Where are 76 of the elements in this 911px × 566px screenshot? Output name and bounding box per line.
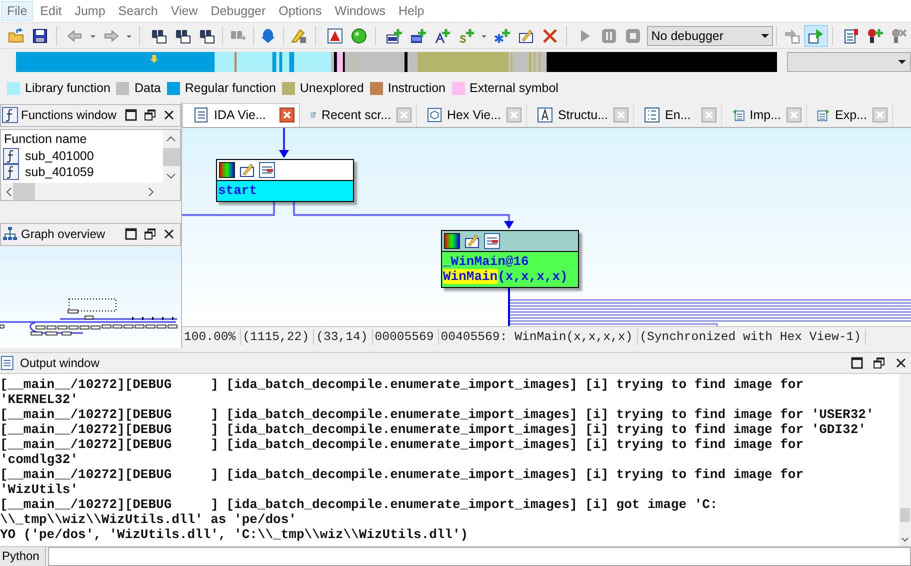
status-text: (1115,22) <box>240 329 314 346</box>
log-line: 'KERNEL32' <box>0 392 80 407</box>
legend-label: External symbol <box>470 81 558 96</box>
log-line: [__main__/10272][DEBUG ] [ida_batch_decompile.enumerate_import_images] [i] trying to find image for <box>0 436 805 452</box>
panel-title: Graph overview <box>21 227 106 242</box>
legend-label: Library function <box>25 81 110 96</box>
log-line: [__main__/10272][DEBUG ] [ida_batch_decompile.enumerate_import_images] [i] trying to find image for 'GDI32' <box>0 422 867 437</box>
command-input[interactable] <box>48 546 911 566</box>
restore-icon[interactable] <box>142 107 158 124</box>
menu-item[interactable]: File <box>1 1 34 22</box>
maximize-icon[interactable] <box>849 354 865 371</box>
graph-node[interactable]: _WinMain@16 WinMain(x,x,x,x) <box>441 230 579 288</box>
menu-item[interactable]: Jump <box>68 1 112 22</box>
list-icon <box>644 106 660 123</box>
graph-node[interactable]: start <box>216 158 354 202</box>
node-label: start <box>218 182 258 198</box>
log-line: [__main__/10272][DEBUG ] [ida_batch_decompile.enumerate_import_images] [i] got image 'C: <box>0 496 719 512</box>
menu-item[interactable]: Help <box>392 1 430 22</box>
vertical-scrollbar[interactable] <box>163 130 180 200</box>
maximize-icon[interactable] <box>123 107 139 124</box>
status-text: 00405569: WinMain(x,x,x,x) <box>438 329 638 346</box>
column-header[interactable]: Function name <box>3 132 163 146</box>
panel-title: Functions window <box>21 108 116 122</box>
palette-icon <box>219 162 235 178</box>
document-icon <box>1 354 15 371</box>
debugger-select[interactable]: No debugger <box>647 26 773 46</box>
navigation-band[interactable] <box>16 52 778 72</box>
log-line: [__main__/10272][DEBUG ] [ida_batch_decompile.enumerate_import_images] [i] trying to find image for <box>0 466 805 482</box>
caret-icon <box>760 34 769 38</box>
legend-label: Unexplored <box>300 81 364 96</box>
log-line: 'WizUtils' <box>0 482 80 497</box>
menu-item[interactable]: View <box>164 1 204 22</box>
legend-label: Regular function <box>184 81 276 96</box>
tab[interactable]: IDA Vie... <box>182 102 300 127</box>
legend-label: Instruction <box>388 81 446 96</box>
log-line: YO ('pe/dos', 'WizUtils.dll', 'C:\\_tmp\\wiz\\WizUtils.dll') <box>0 526 470 542</box>
import-icon <box>732 106 745 123</box>
tree-icon <box>2 226 18 242</box>
structure-icon <box>537 106 553 123</box>
legend-label: Data <box>134 81 161 96</box>
graph-edge <box>279 128 289 158</box>
function-name[interactable]: sub_401059 <box>25 164 94 179</box>
pencil-icon <box>464 232 480 249</box>
menu-item[interactable]: Debugger <box>204 1 272 22</box>
log-line: [__main__/10272][DEBUG ] [ida_batch_decompile.enumerate_import_images] [i] trying to find image for <box>0 376 805 392</box>
menu-item[interactable]: Edit <box>34 1 68 22</box>
function-icon <box>3 148 19 164</box>
function-icon <box>2 107 18 124</box>
node-label: WinMain(x,x,x,x) <box>443 268 569 284</box>
panel-title: Output window <box>20 356 100 370</box>
python-button[interactable]: Python <box>0 546 46 566</box>
status-text: (Synchronized with Hex View-1) <box>638 329 866 346</box>
list-icon <box>259 162 275 178</box>
function-icon <box>3 164 19 180</box>
log-line: 'comdlg32' <box>0 452 80 467</box>
log-line: [__main__/10272][DEBUG ] [ida_batch_decompile.enumerate_import_images] [i] trying to find image for 'USER32' <box>0 406 875 422</box>
caret-icon <box>898 60 906 64</box>
play-box-icon[interactable] <box>804 24 828 47</box>
node-label: _WinMain@16 <box>443 254 530 269</box>
function-name[interactable]: sub_401000 <box>25 148 94 163</box>
restore-icon[interactable] <box>142 226 158 242</box>
menu-item[interactable]: Search <box>112 1 164 22</box>
export-icon <box>817 106 830 123</box>
maximize-icon[interactable] <box>123 226 139 242</box>
pencil-icon <box>239 162 255 178</box>
log-line: \\_tmp\\wiz\\WizUtils.dll' as 'pe/dos' <box>0 512 298 527</box>
horizontal-scrollbar[interactable] <box>1 182 163 200</box>
status-text: (33,14) <box>314 329 373 346</box>
palette-icon <box>444 232 460 249</box>
menu-item[interactable]: Windows <box>328 1 392 22</box>
status-text: 100.00% <box>182 329 241 346</box>
status-text: 00005569 <box>372 329 439 346</box>
list-icon <box>484 232 500 249</box>
menu-item[interactable]: Options <box>272 1 328 22</box>
document-icon <box>193 107 209 124</box>
restore-icon[interactable] <box>871 354 887 371</box>
